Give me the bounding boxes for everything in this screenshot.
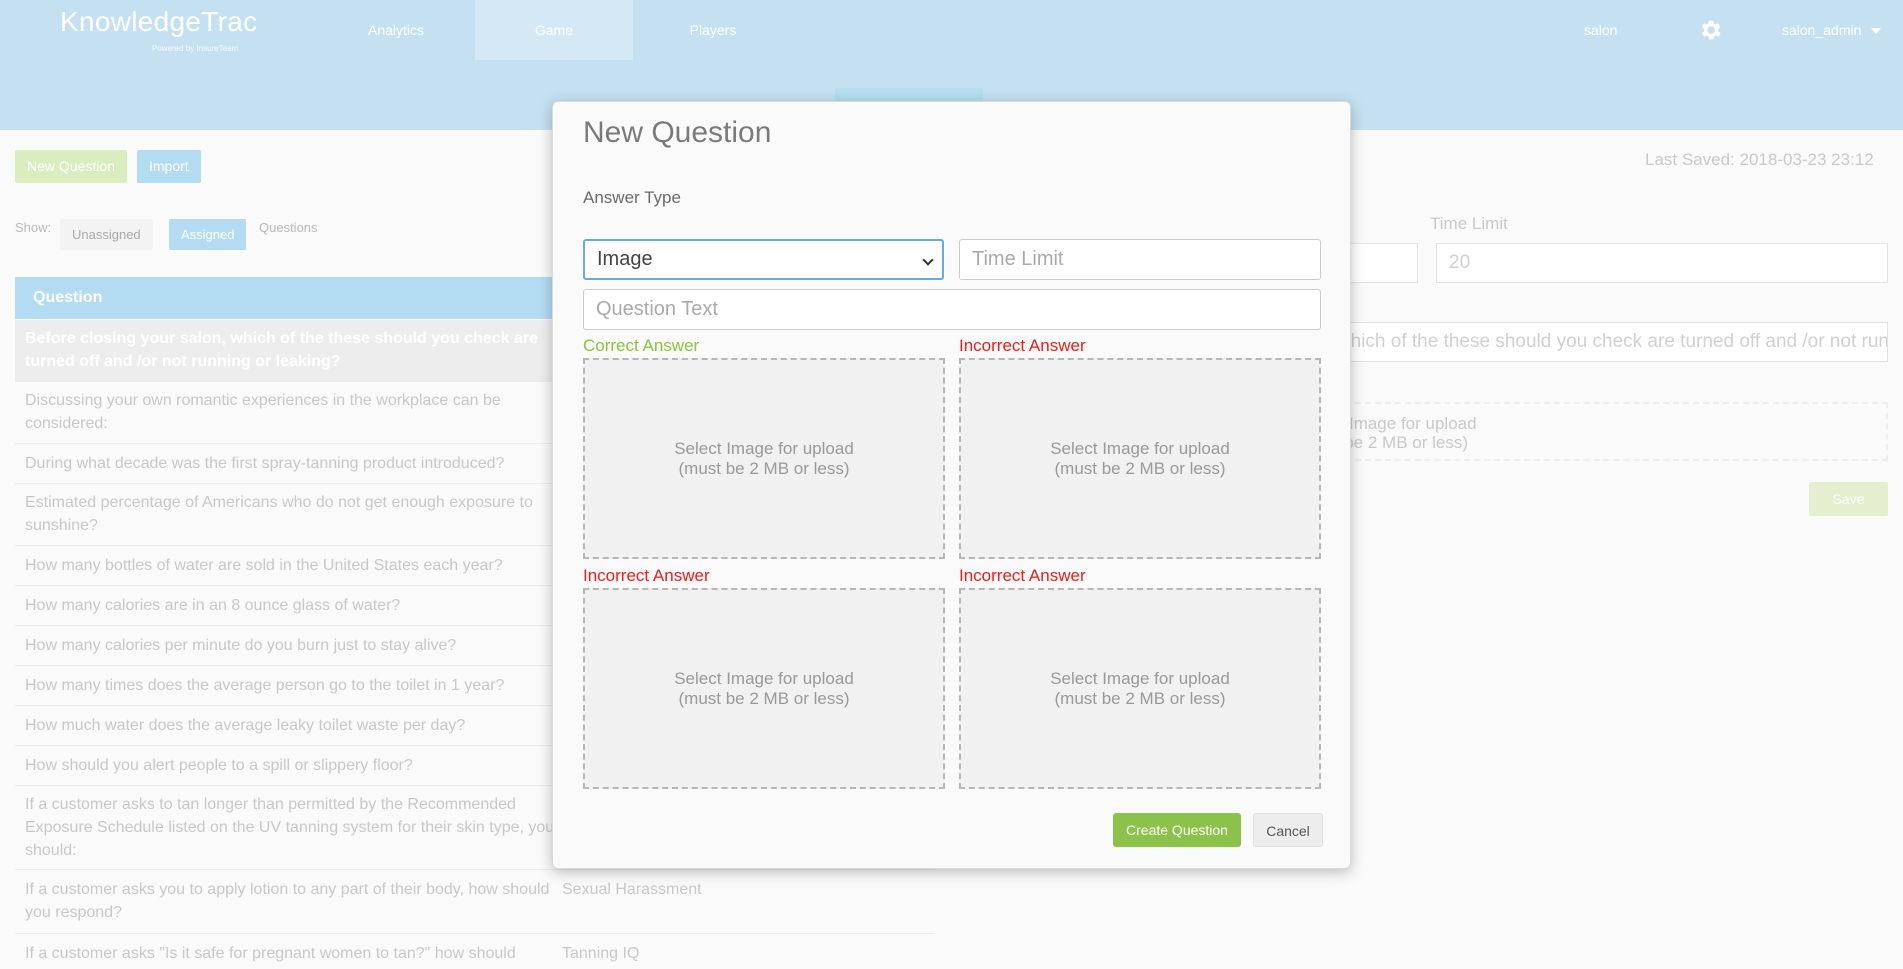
upload-prompt: Select Image for upload bbox=[674, 438, 854, 458]
unassigned-filter[interactable]: Unassigned bbox=[60, 219, 153, 250]
upload-size-note: (must be 2 MB or less) bbox=[678, 688, 850, 708]
question-text-value: Before closing your salon, which of the … bbox=[1350, 331, 1888, 352]
question-text: If a customer asks to tan longer than pe… bbox=[25, 796, 555, 859]
cancel-button[interactable]: Cancel bbox=[1253, 813, 1323, 847]
answer-type-select-bg[interactable] bbox=[1350, 243, 1418, 283]
upload-prompt: Select Image for upload bbox=[1050, 668, 1230, 688]
show-label: Show: bbox=[15, 220, 52, 235]
brand-logo[interactable]: KnowledgeTrac Powered by InsureTeam bbox=[60, 6, 258, 53]
brand-subtitle: Powered by InsureTeam bbox=[152, 44, 239, 53]
chevron-down-icon bbox=[922, 254, 934, 266]
correct-answer-label: Correct Answer bbox=[583, 336, 700, 355]
upload-size-note: (must be 2 MB or less) bbox=[678, 458, 850, 478]
question-text: How many calories per minute do you burn… bbox=[25, 637, 457, 654]
question-text: Discussing your own romantic experiences… bbox=[25, 392, 501, 432]
question-text: If a customer asks "Is it safe for pregn… bbox=[25, 945, 516, 962]
new-question-button[interactable]: New Question bbox=[15, 150, 127, 183]
org-name[interactable]: salon bbox=[1584, 0, 1617, 60]
new-question-modal: New Question Answer Type Image Time Limi… bbox=[552, 101, 1351, 869]
correct-answer-dropzone[interactable]: Select Image for upload (must be 2 MB or… bbox=[583, 358, 945, 559]
gear-icon[interactable] bbox=[1697, 17, 1723, 43]
question-text: Estimated percentage of Americans who do… bbox=[25, 494, 533, 534]
time-limit-input[interactable]: Time Limit bbox=[959, 239, 1321, 280]
question-text: How much water does the average leaky to… bbox=[25, 717, 466, 734]
question-text: How many bottles of water are sold in th… bbox=[25, 557, 503, 574]
user-name: salon_admin bbox=[1782, 22, 1862, 38]
last-saved-text: Last Saved: 2018-03-23 23:12 bbox=[1645, 150, 1874, 169]
incorrect-answer-label: Incorrect Answer bbox=[583, 566, 710, 585]
question-text-input-bg[interactable]: Before closing your salon, which of the … bbox=[1350, 322, 1888, 362]
time-limit-label: Time Limit bbox=[1430, 214, 1508, 233]
answer-type-label: Answer Type bbox=[583, 188, 681, 207]
time-limit-input-bg[interactable]: 20 bbox=[1436, 243, 1888, 283]
modal-title: New Question bbox=[583, 116, 772, 149]
incorrect-answer-dropzone[interactable]: Select Image for upload (must be 2 MB or… bbox=[959, 358, 1321, 559]
upload-prompt: Select Image for upload bbox=[1050, 438, 1230, 458]
question-text: How many times does the average person g… bbox=[25, 677, 505, 694]
top-navbar: KnowledgeTrac Powered by InsureTeam Anal… bbox=[0, 0, 1903, 60]
save-button[interactable]: Save bbox=[1809, 482, 1888, 516]
question-text: Before closing your salon, which of the … bbox=[25, 330, 538, 370]
incorrect-answer-label: Incorrect Answer bbox=[959, 336, 1086, 355]
question-text: If a customer asks you to apply lotion t… bbox=[25, 881, 550, 921]
incorrect-answer-dropzone[interactable]: Select Image for upload (must be 2 MB or… bbox=[959, 588, 1321, 789]
table-row[interactable]: If a customer asks "Is it safe for pregn… bbox=[15, 934, 935, 969]
nav-game[interactable]: Game bbox=[475, 0, 633, 60]
question-category: Tanning IQ bbox=[562, 945, 640, 962]
nav-players[interactable]: Players bbox=[634, 0, 792, 60]
question-text: How should you alert people to a spill o… bbox=[25, 757, 413, 774]
questions-label: Questions bbox=[259, 220, 318, 235]
brand-name: KnowledgeTrac bbox=[60, 6, 258, 37]
answer-type-value: Image bbox=[597, 248, 653, 270]
question-text-input[interactable]: Question Text bbox=[583, 289, 1321, 330]
create-question-button[interactable]: Create Question bbox=[1113, 813, 1241, 847]
question-text: During what decade was the first spray-t… bbox=[25, 455, 505, 472]
incorrect-answer-label: Incorrect Answer bbox=[959, 566, 1086, 585]
table-row[interactable]: If a customer asks you to apply lotion t… bbox=[15, 870, 935, 934]
upload-size-note: (must be 2 MB or less) bbox=[1054, 458, 1226, 478]
caret-down-icon bbox=[1871, 28, 1882, 35]
answer-type-select[interactable]: Image bbox=[583, 239, 944, 280]
question-text: How many calories are in an 8 ounce glas… bbox=[25, 597, 401, 614]
upload-prompt: Select Image for upload bbox=[674, 668, 854, 688]
upload-size-note: (must be 2 MB or less) bbox=[1054, 688, 1226, 708]
image-dropzone-bg[interactable]: Select Image for upload (must be 2 MB or… bbox=[1297, 402, 1888, 461]
question-category: Sexual Harassment bbox=[562, 881, 702, 898]
assigned-filter[interactable]: Assigned bbox=[169, 219, 247, 250]
import-button[interactable]: Import bbox=[137, 150, 201, 183]
user-menu[interactable]: salon_admin bbox=[1782, 0, 1882, 60]
incorrect-answer-dropzone[interactable]: Select Image for upload (must be 2 MB or… bbox=[583, 588, 945, 789]
nav-analytics[interactable]: Analytics bbox=[318, 0, 474, 60]
